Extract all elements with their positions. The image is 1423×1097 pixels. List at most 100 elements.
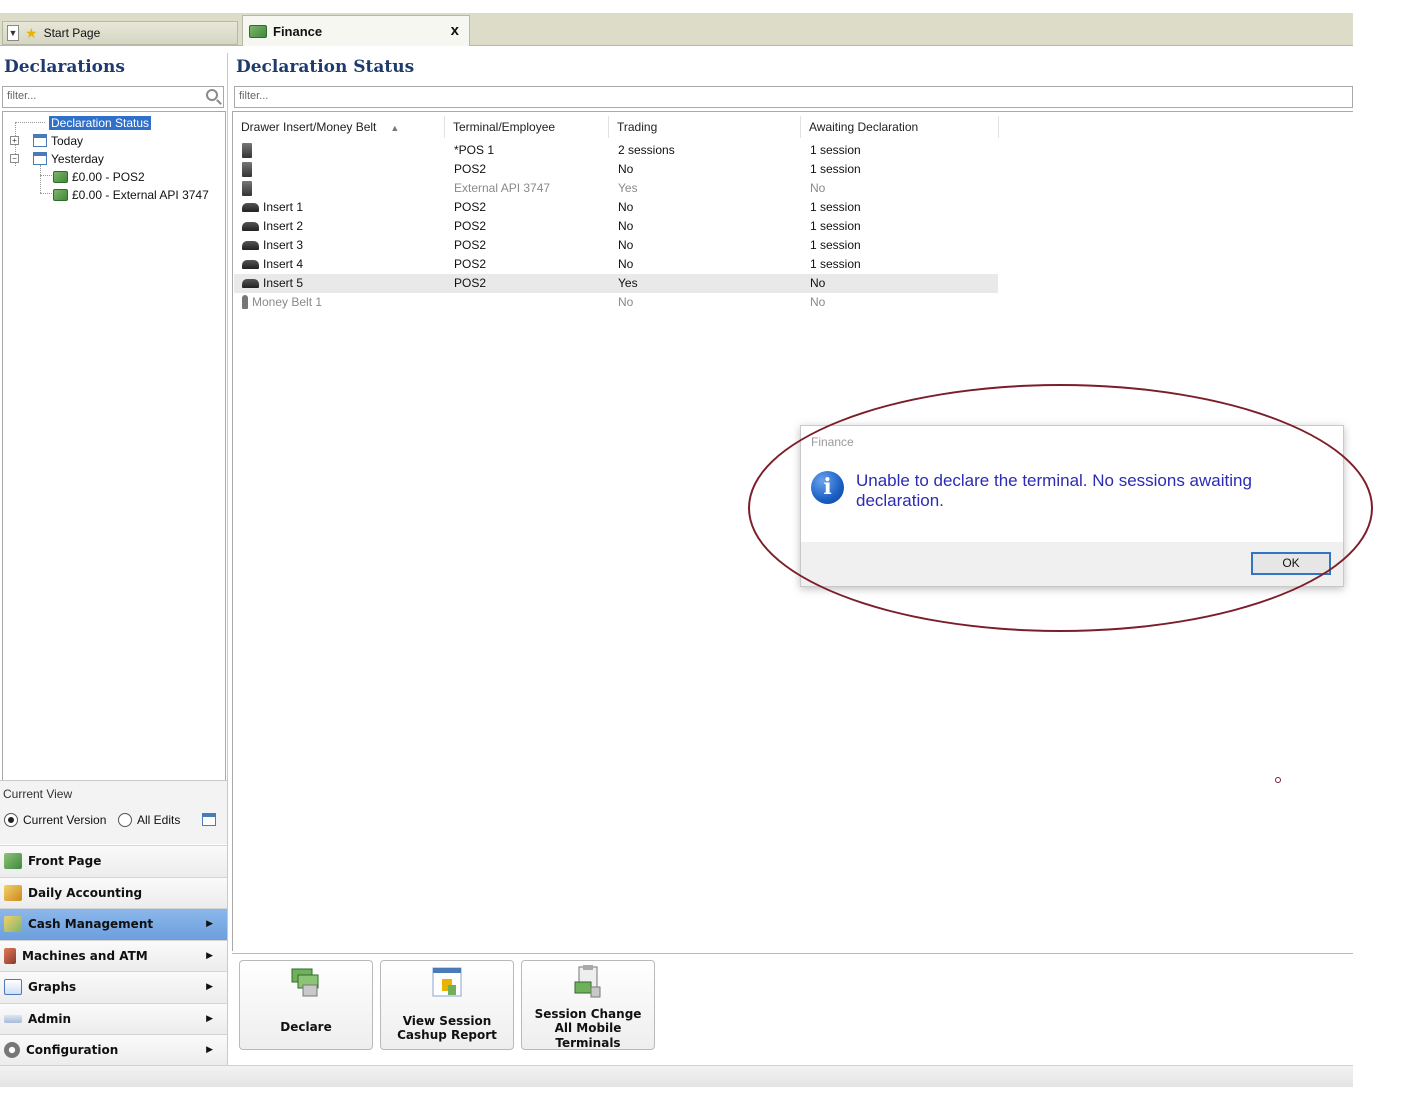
view-session-label-line1: View Session: [402, 1014, 492, 1029]
column-header-trading[interactable]: Trading: [609, 116, 801, 138]
cell-awaiting: 1 session: [810, 238, 861, 252]
calendar-picker-icon[interactable]: [202, 813, 216, 826]
admin-icon: [4, 1014, 22, 1023]
ok-button[interactable]: OK: [1251, 552, 1331, 575]
cell-terminal: POS2: [454, 257, 487, 271]
tree-item-today[interactable]: + Today: [10, 132, 83, 149]
terminal-icon: [242, 162, 252, 177]
cell-terminal: *POS 1: [454, 143, 495, 157]
cell-trading: No: [618, 200, 634, 214]
cell-awaiting: 1 session: [810, 219, 861, 233]
finance-icon: [53, 188, 68, 201]
cell-terminal: POS2: [454, 200, 487, 214]
radio-icon[interactable]: [118, 813, 132, 827]
cash-icon: [4, 916, 22, 933]
cell-awaiting: 1 session: [810, 143, 861, 157]
cell-trading: Yes: [618, 181, 638, 195]
nav-graphs[interactable]: Graphs ▶: [0, 971, 227, 1003]
table-row[interactable]: External API 3747 Yes No: [234, 179, 998, 198]
column-header-terminal[interactable]: Terminal/Employee: [445, 116, 609, 138]
table-row[interactable]: Insert 2 POS2 No 1 session: [234, 217, 998, 236]
nav-cash-management[interactable]: Cash Management ▶: [0, 908, 227, 940]
cell-drawer: [242, 181, 256, 196]
nav-admin[interactable]: Admin ▶: [0, 1002, 227, 1034]
nav-label: Daily Accounting: [28, 885, 143, 900]
expand-icon[interactable]: +: [10, 136, 19, 145]
table-row[interactable]: Insert 5 POS2 Yes No: [234, 274, 998, 293]
cell-trading: No: [618, 257, 634, 271]
calendar-icon: [33, 134, 47, 147]
nav-label: Graphs: [28, 980, 77, 995]
finance-icon: [53, 170, 68, 183]
nav-label: Cash Management: [28, 917, 154, 932]
search-icon[interactable]: [206, 89, 218, 101]
annotation-dot: [1275, 777, 1281, 783]
insert-icon: [242, 202, 259, 212]
dialog-message: Unable to declare the terminal. No sessi…: [856, 471, 1252, 510]
declaration-status-title: Declaration Status: [236, 57, 415, 77]
column-header-label: Trading: [617, 120, 658, 134]
cell-drawer-text: Insert 1: [263, 200, 304, 214]
close-tab-icon[interactable]: x: [451, 22, 459, 39]
all-edits-radio[interactable]: All Edits: [118, 813, 180, 827]
view-session-cashup-report-button[interactable]: View Session Cashup Report: [380, 960, 514, 1050]
table-row[interactable]: POS2 No 1 session: [234, 160, 998, 179]
table-row[interactable]: Insert 1 POS2 No 1 session: [234, 198, 998, 217]
gear-icon: [4, 1042, 20, 1059]
dialog-footer: OK: [801, 542, 1343, 586]
radio-selected-icon[interactable]: [4, 813, 18, 827]
table-row[interactable]: Money Belt 1 No No: [234, 293, 998, 312]
table-row[interactable]: Insert 3 POS2 No 1 session: [234, 236, 998, 255]
column-header-awaiting[interactable]: Awaiting Declaration: [801, 116, 999, 138]
nav-front-page[interactable]: Front Page: [0, 845, 227, 877]
dialog-title: Finance: [811, 435, 854, 449]
cell-drawer-text: Insert 3: [263, 238, 304, 252]
declare-label: Declare: [280, 1020, 332, 1035]
column-header-drawer[interactable]: Drawer Insert/Money Belt ▲: [233, 116, 445, 138]
cell-drawer: [242, 143, 256, 158]
column-header-label: Terminal/Employee: [453, 120, 556, 134]
cell-terminal: POS2: [454, 162, 487, 176]
current-view-section: Current View Current Version All Edits: [0, 780, 227, 844]
tree-item-yesterday[interactable]: − Yesterday: [10, 150, 104, 167]
terminal-icon: [242, 143, 252, 158]
tree-item-pos2[interactable]: £0.00 - POS2: [53, 168, 145, 185]
nav-daily-accounting[interactable]: Daily Accounting: [0, 876, 227, 908]
cell-trading: No: [618, 238, 634, 252]
column-header-label: Awaiting Declaration: [809, 120, 919, 134]
tree-item-label: £0.00 - External API 3747: [72, 187, 209, 202]
declarations-filter-input[interactable]: filter...: [2, 86, 224, 108]
cell-drawer-text: Insert 5: [263, 276, 304, 290]
collapse-icon[interactable]: −: [10, 154, 19, 163]
declare-button[interactable]: Declare: [239, 960, 373, 1050]
tree-item-external-api[interactable]: £0.00 - External API 3747: [53, 186, 209, 203]
table-row[interactable]: *POS 1 2 sessions 1 session: [234, 141, 998, 160]
tab-dropdown-icon[interactable]: ▼: [7, 25, 19, 41]
cell-drawer-text: Insert 4: [263, 257, 304, 271]
cell-drawer: Insert 4: [242, 257, 303, 271]
current-version-radio[interactable]: Current Version: [4, 813, 106, 827]
tab-start-page[interactable]: ▼ ★ Start Page: [2, 21, 238, 45]
info-icon: i: [811, 471, 844, 504]
session-change-label-line3: Terminals: [555, 1035, 621, 1050]
session-change-all-mobile-terminals-button[interactable]: Session Change All Mobile Terminals: [521, 960, 655, 1050]
finance-message-dialog: Finance i Unable to declare the terminal…: [800, 425, 1344, 587]
tab-finance[interactable]: Finance x: [242, 15, 470, 46]
cell-drawer: Insert 5: [242, 276, 303, 290]
nav-label: Configuration: [26, 1043, 119, 1058]
table-row[interactable]: Insert 4 POS2 No 1 session: [234, 255, 998, 274]
chevron-right-icon: ▶: [206, 1045, 213, 1056]
nav-label: Admin: [28, 1011, 72, 1026]
cell-drawer-text: Insert 2: [263, 219, 304, 233]
current-version-label: Current Version: [23, 813, 107, 827]
cell-terminal: External API 3747: [454, 181, 551, 195]
nav-configuration[interactable]: Configuration ▶: [0, 1034, 227, 1066]
calendar-icon: [33, 152, 47, 165]
declaration-status-filter-input[interactable]: filter...: [234, 86, 1353, 108]
nav-machines-atm[interactable]: Machines and ATM ▶: [0, 939, 227, 971]
chevron-right-icon: ▶: [206, 982, 213, 993]
all-edits-label: All Edits: [137, 813, 181, 827]
tree-item-declaration-status[interactable]: Declaration Status: [49, 114, 152, 131]
tab-start-page-label: Start Page: [43, 26, 101, 40]
cell-drawer: Insert 2: [242, 219, 303, 233]
